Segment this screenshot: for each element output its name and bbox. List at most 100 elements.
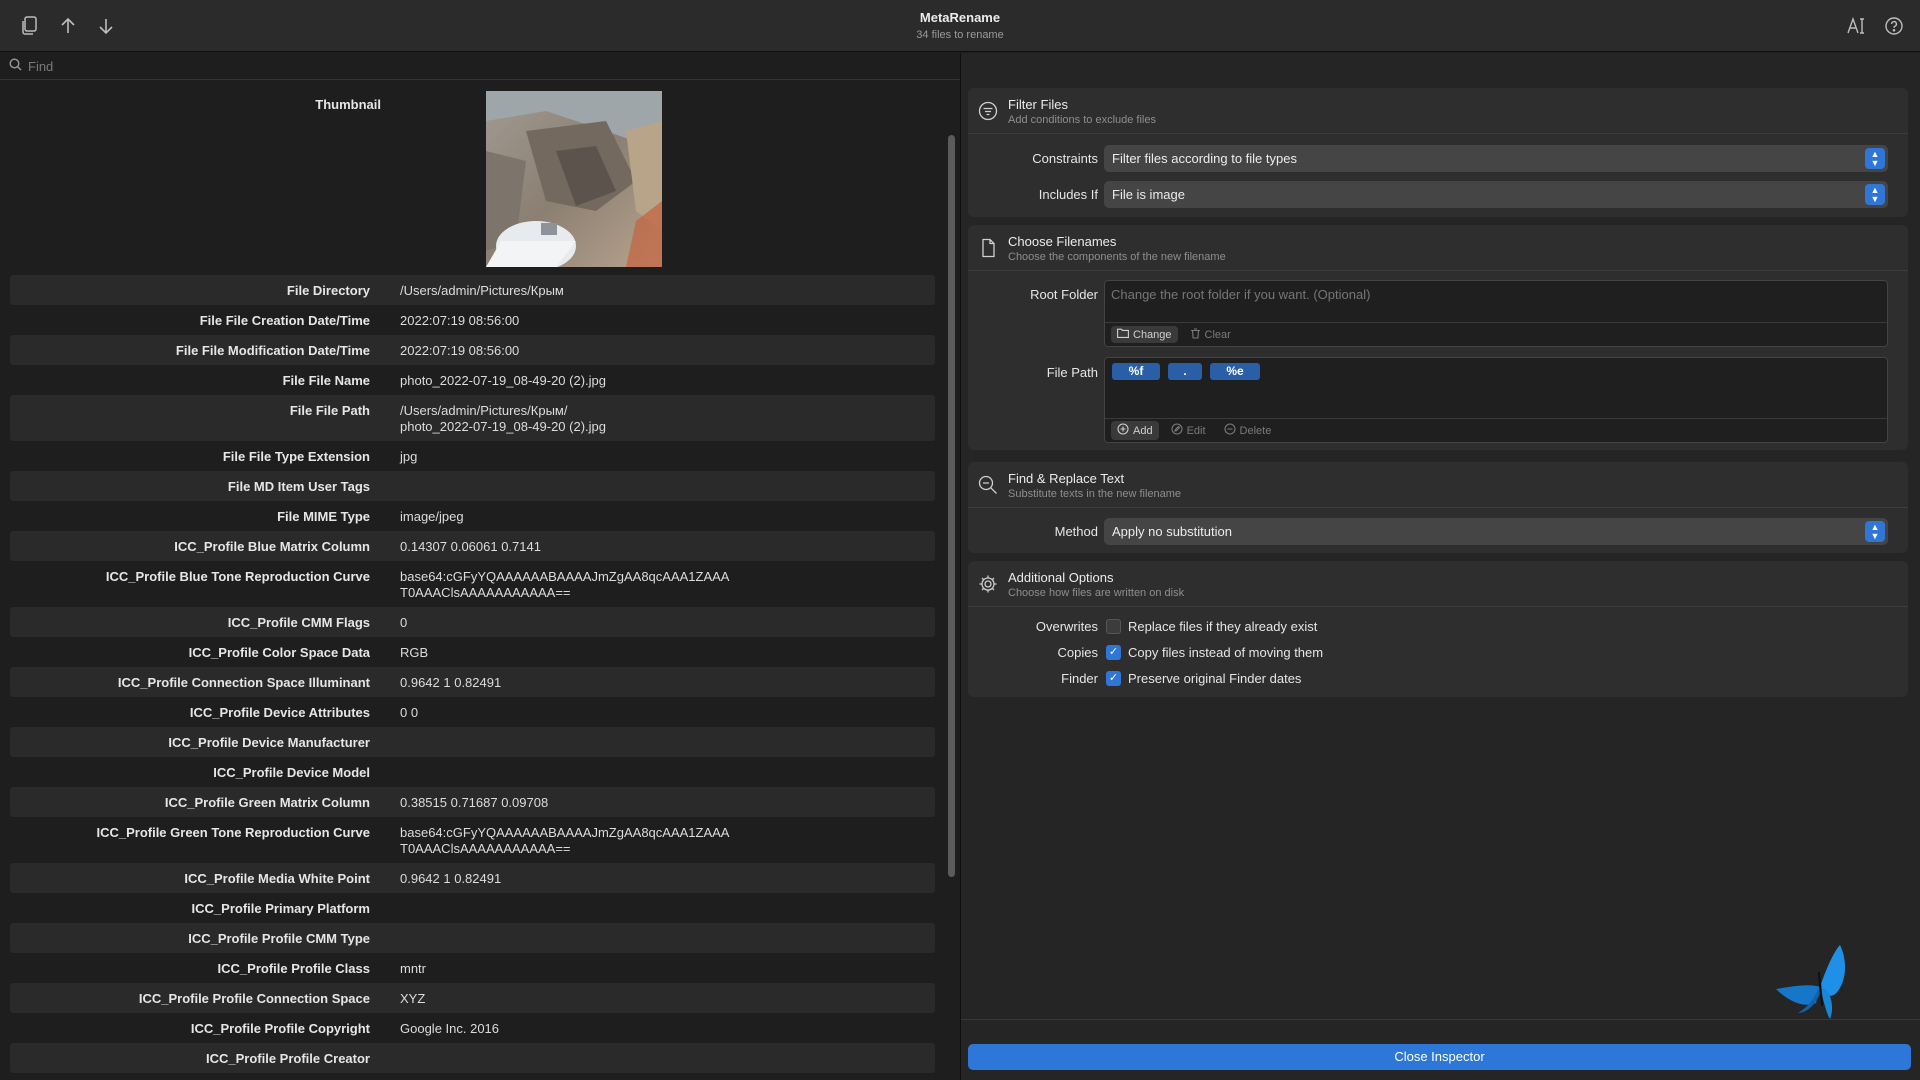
metadata-row: ICC_Profile Profile DescriptionsRGB <box>10 1073 935 1080</box>
metadata-label: File MIME Type <box>277 509 370 524</box>
search-input[interactable] <box>28 58 428 74</box>
delete-button[interactable]: Delete <box>1218 421 1278 440</box>
path-token[interactable]: %f <box>1112 363 1160 380</box>
metadata-label: File File Modification Date/Time <box>175 343 370 358</box>
panel-header: Find & Replace Text Substitute texts in … <box>968 462 1908 508</box>
metadata-value: image/jpeg <box>400 509 464 524</box>
minus-circle-icon <box>1223 423 1236 438</box>
metadata-label: ICC_Profile Device Attributes <box>189 705 370 720</box>
metadata-row: ICC_Profile Profile CMM Type <box>10 923 935 953</box>
constraints-select[interactable]: Filter files according to file types ▲ ▼ <box>1104 145 1888 172</box>
metadata-row: ICC_Profile Profile Class mntr <box>10 953 935 983</box>
metadata-row: ICC_Profile Profile Creator <box>10 1043 935 1073</box>
metadata-label: ICC_Profile Profile Class <box>217 961 370 976</box>
metadata-row: ICC_Profile Device Attributes 0 0 <box>10 697 935 727</box>
metadata-list: File Directory/Users/admin/Pictures/Крым… <box>10 275 935 1080</box>
metadata-row: ICC_Profile Connection Space Illuminant 0… <box>10 667 935 697</box>
metadata-label: ICC_Profile Profile Copyright <box>190 1021 370 1036</box>
file-path-toolbar: Add Edit Delete <box>1105 418 1887 442</box>
choose-filenames-panel: Choose Filenames Choose the components o… <box>968 225 1908 450</box>
includes-if-select[interactable]: File is image ▲ ▼ <box>1104 181 1888 208</box>
metadata-value: mntr <box>400 961 426 976</box>
close-inspector-button[interactable]: Close Inspector <box>968 1044 1911 1070</box>
chevron-updown-icon: ▲ ▼ <box>1865 184 1885 205</box>
inspector-pane: Filter Files Add conditions to exclude f… <box>961 53 1920 1080</box>
file-path-box: %f . %e Add Edit Delete <box>1104 357 1888 443</box>
metadata-value <box>400 929 935 931</box>
panel-title: Choose Filenames <box>1008 234 1117 249</box>
metadata-value: photo_2022-07-19_08-49-20 (2).jpg <box>400 373 606 388</box>
metadata-row: ICC_Profile CMM Flags 0 <box>10 607 935 637</box>
metadata-row: File File Creation Date/Time 2022:07:19 0… <box>10 305 935 335</box>
overwrites-text: Replace files if they already exist <box>1128 619 1318 634</box>
metadata-label: File File Type Extension <box>222 449 370 464</box>
metadata-value <box>400 477 935 479</box>
metadata-value: 0 0 <box>400 705 419 720</box>
thumbnail-image <box>486 91 662 267</box>
metadata-label: ICC_Profile Color Space Data <box>188 645 370 660</box>
metadata-value: 0.9642 1 0.82491 <box>400 871 502 886</box>
metadata-row: File File Path/Users/admin/Pictures/Крым… <box>10 395 935 441</box>
additional-options-panel: Additional Options Choose how files are … <box>968 561 1908 697</box>
copies-row: Copies ✓ Copy files instead of moving th… <box>968 643 1908 663</box>
method-select[interactable]: Apply no substitution ▲ ▼ <box>1104 518 1888 545</box>
filter-files-panel: Filter Files Add conditions to exclude f… <box>968 88 1908 217</box>
change-label: Change <box>1133 328 1172 341</box>
metadata-value <box>400 899 935 901</box>
metadata-row: ICC_Profile Device Manufacturer <box>10 727 935 757</box>
metadata-value: Google Inc. 2016 <box>400 1021 500 1036</box>
font-size-icon[interactable] <box>1844 14 1868 38</box>
metadata-value: RGB <box>400 645 429 660</box>
edit-button[interactable]: Edit <box>1165 421 1212 440</box>
metadata-label: ICC_Profile Primary Platform <box>191 901 370 916</box>
metadata-value: 0 <box>400 615 408 630</box>
panel-subtitle: Add conditions to exclude files <box>1008 114 1156 126</box>
metadata-value: 0.14307 0.06061 0.7141 <box>400 539 541 554</box>
panel-title: Additional Options <box>1008 570 1114 585</box>
title-bar: MetaRename 34 files to rename <box>0 0 1920 52</box>
copies-checkbox[interactable]: ✓ <box>1106 645 1121 660</box>
overwrites-checkbox[interactable] <box>1106 619 1121 634</box>
add-button[interactable]: Add <box>1111 421 1159 440</box>
change-button[interactable]: Change <box>1111 326 1178 343</box>
find-replace-panel: Find & Replace Text Substitute texts in … <box>968 462 1908 553</box>
trash-icon <box>1190 327 1201 342</box>
scrollbar[interactable] <box>948 135 955 877</box>
path-token[interactable]: %e <box>1210 363 1260 380</box>
metadata-value: jpg <box>400 449 418 464</box>
metadata-label: ICC_Profile Profile Creator <box>206 1051 370 1066</box>
window-subtitle: 34 files to rename <box>916 29 1004 41</box>
finder-text: Preserve original Finder dates <box>1128 671 1302 686</box>
metadata-value: base64:cGFyYQAAAAAABAAAAJmZgAA8qcAAA1ZAA… <box>400 825 730 856</box>
metadata-label: ICC_Profile Profile CMM Type <box>188 931 370 946</box>
metadata-label: ICC_Profile Blue Matrix Column <box>174 539 370 554</box>
thumbnail-label: Thumbnail <box>315 97 381 112</box>
metadata-value: 2022:07:19 08:56:00 <box>400 343 520 358</box>
metadata-pane: Thumbnail <box>0 53 960 1080</box>
panel-header: Filter Files Add conditions to exclude f… <box>968 88 1908 134</box>
metadata-row: ICC_Profile Blue Matrix Column 0.14307 0.… <box>10 531 935 561</box>
metadata-label: ICC_Profile Profile Connection Space <box>138 991 370 1006</box>
document-icon <box>978 238 998 258</box>
delete-label: Delete <box>1239 424 1272 437</box>
file-path-label: File Path <box>1046 365 1098 380</box>
gear-icon <box>978 574 998 594</box>
filter-icon <box>978 101 998 121</box>
help-icon[interactable] <box>1882 14 1906 38</box>
metadata-row: File File Type Extension jpg <box>10 441 935 471</box>
metadata-row: ICC_Profile Primary Platform <box>10 893 935 923</box>
find-bar <box>0 53 960 80</box>
plus-circle-icon <box>1117 423 1129 438</box>
metadata-row: File File Modification Date/Time 2022:07:… <box>10 335 935 365</box>
path-token[interactable]: . <box>1168 363 1202 380</box>
root-folder-placeholder[interactable]: Change the root folder if you want. (Opt… <box>1111 287 1370 302</box>
metadata-label: File File Name <box>282 373 370 388</box>
finder-checkbox[interactable]: ✓ <box>1106 671 1121 686</box>
magnifier-icon <box>978 475 998 495</box>
pencil-circle-icon <box>1171 423 1183 438</box>
clear-button[interactable]: Clear <box>1184 326 1237 344</box>
metadata-value: 0.38515 0.71687 0.09708 <box>400 795 549 810</box>
metadata-label: ICC_Profile Green Tone Reproduction Curv… <box>96 825 370 840</box>
metadata-label: File File Path <box>289 403 370 418</box>
metadata-value: XYZ <box>400 991 426 1006</box>
